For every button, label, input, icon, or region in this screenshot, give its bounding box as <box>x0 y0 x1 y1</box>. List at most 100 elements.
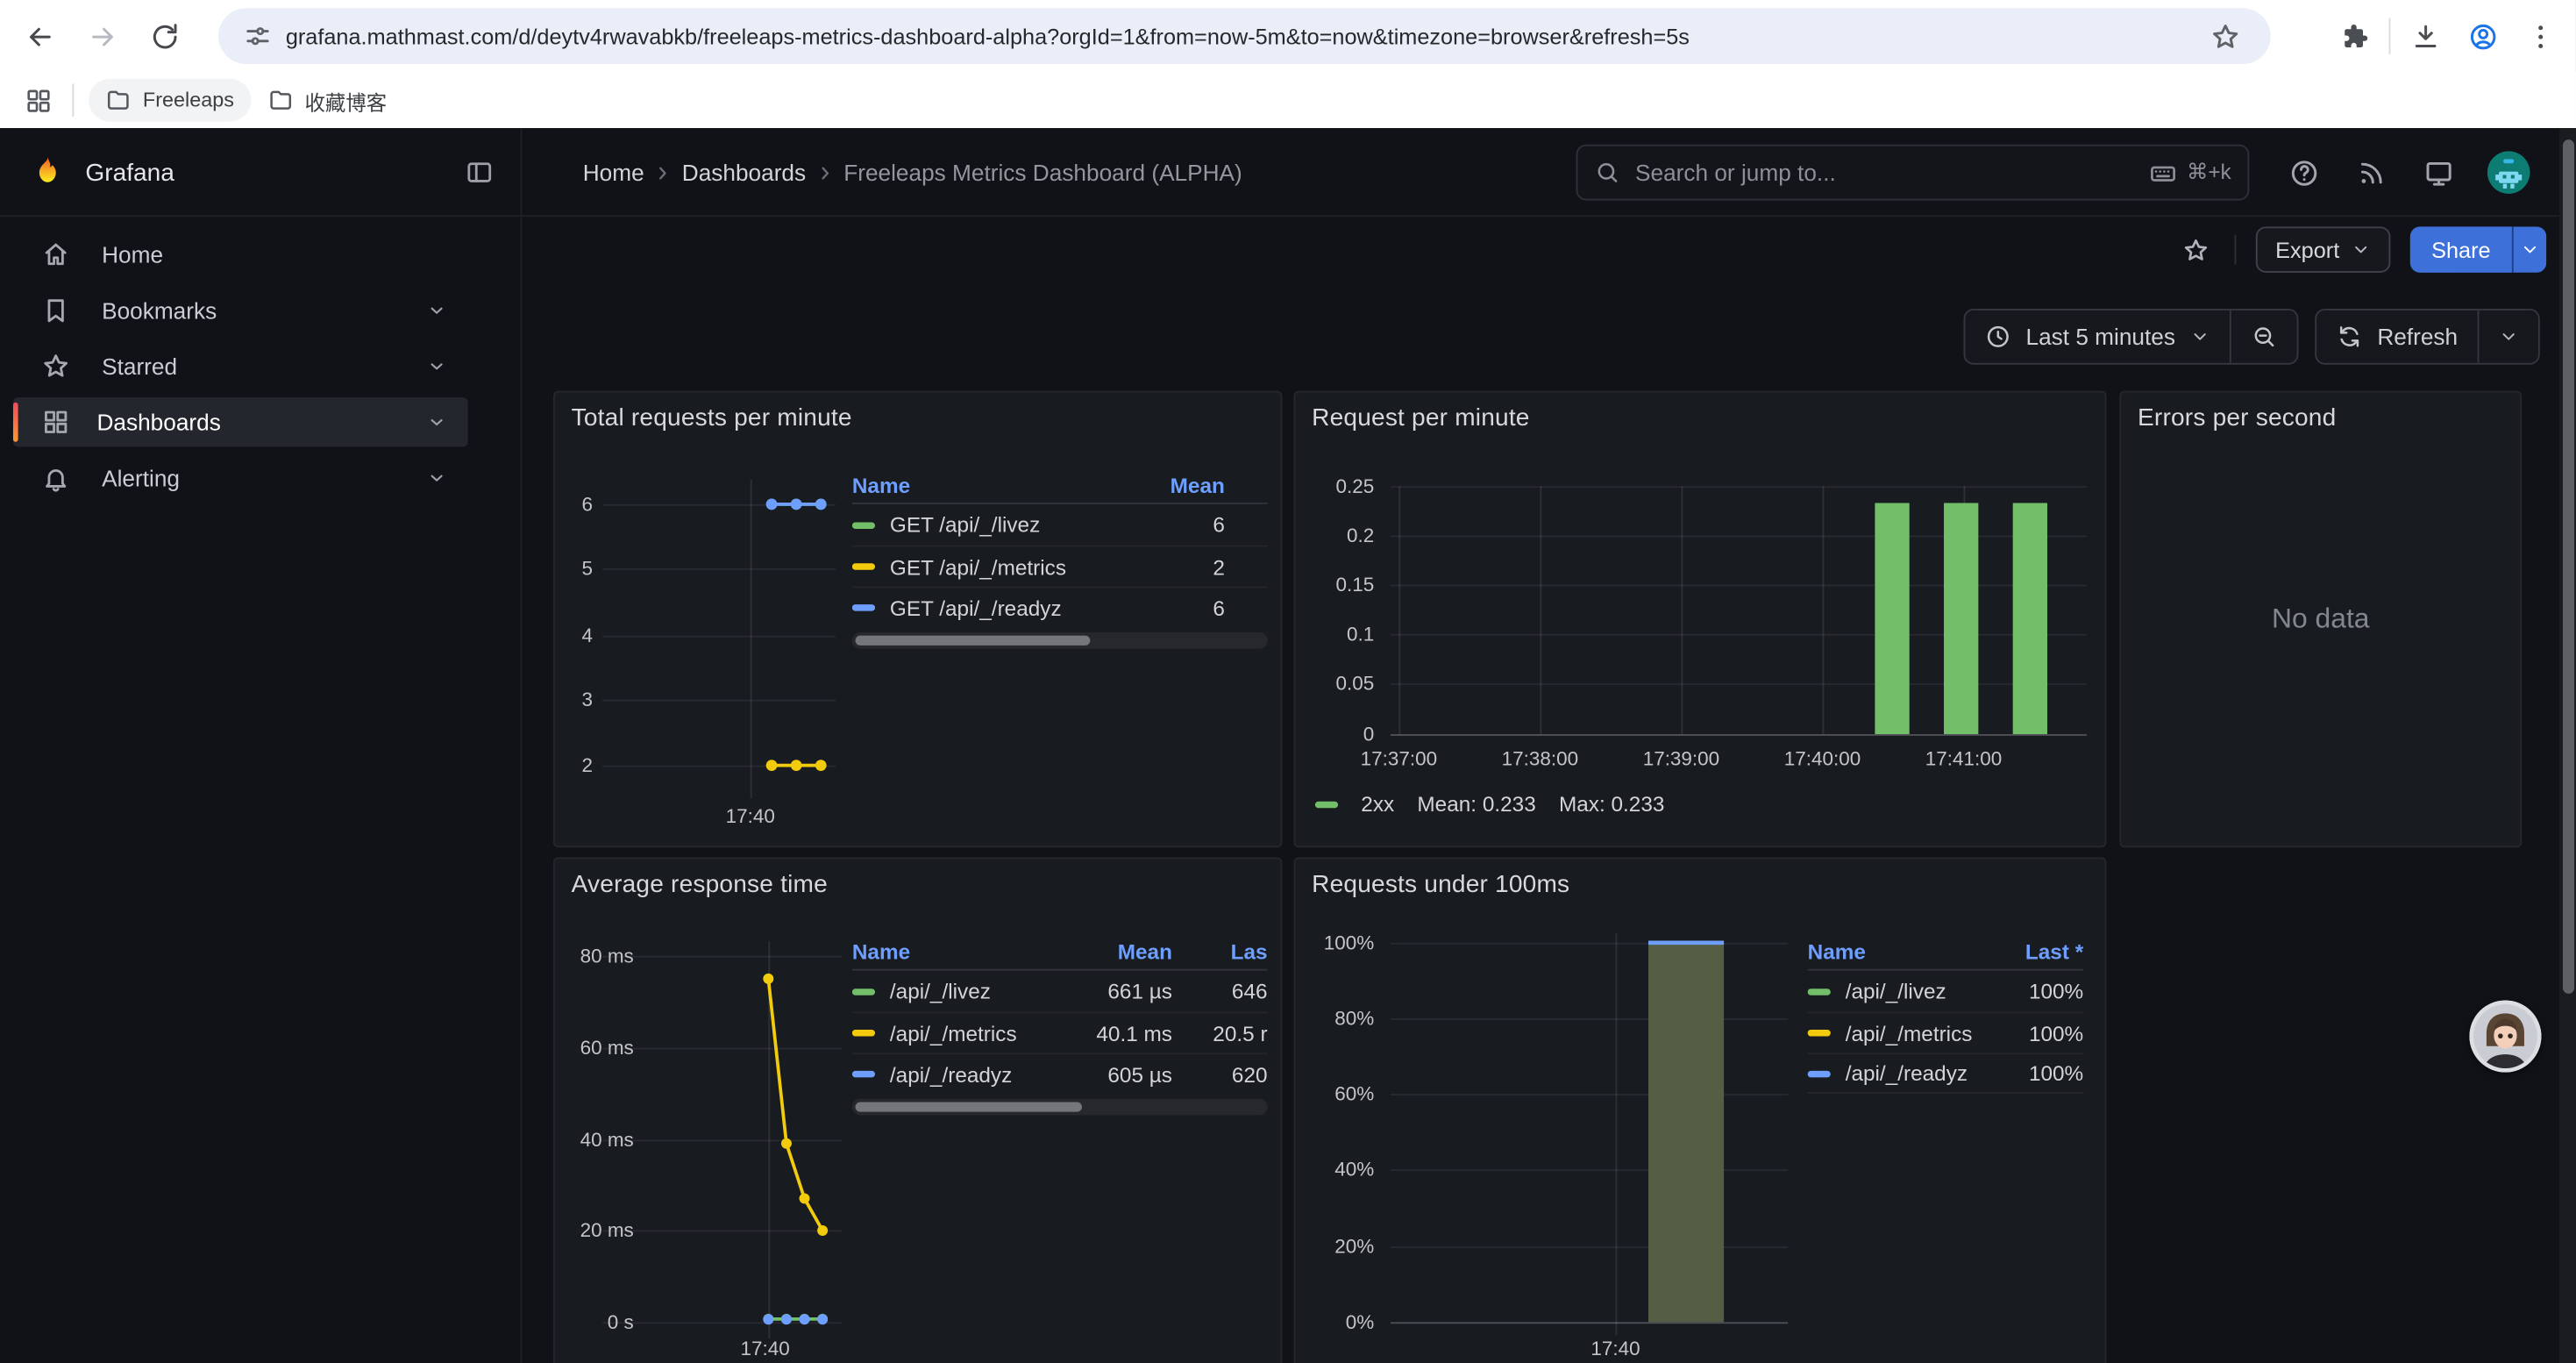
legend-row[interactable]: GET /api/_/readyz 6 <box>852 586 1268 627</box>
legend-row[interactable]: /api/_/readyz 100% <box>1808 1053 2084 1094</box>
chevron-down-icon[interactable] <box>425 410 448 433</box>
refresh-button[interactable]: Refresh <box>2316 310 2478 363</box>
refresh-interval-button[interactable] <box>2478 310 2538 363</box>
legend-row[interactable]: GET /api/_/metrics 2 <box>852 546 1268 587</box>
page-scrollbar[interactable] <box>2559 128 2576 1363</box>
forward-button[interactable] <box>79 13 125 59</box>
chevron-down-icon[interactable] <box>425 299 448 322</box>
p2-plot: 0.250.20.150.10.05017:37:0017:38:0017:39… <box>1295 393 2104 846</box>
brand-block: Grafana <box>0 128 522 217</box>
column-header-name[interactable]: Name <box>1808 939 1992 964</box>
user-avatar[interactable] <box>2487 151 2530 194</box>
no-data-message: No data <box>2121 393 2520 846</box>
chevron-down-icon[interactable] <box>425 467 448 489</box>
series-color-pill <box>852 1030 875 1036</box>
panel-errors-per-second: Errors per second No data <box>2119 391 2522 848</box>
column-header-last[interactable]: Las <box>1172 939 1268 964</box>
sidebar-item-home[interactable]: Home <box>13 230 468 279</box>
column-header-last[interactable]: Last * <box>1991 939 2083 964</box>
refresh-group: Refresh <box>2315 309 2540 365</box>
bookmark-star-icon[interactable] <box>2210 20 2241 52</box>
apps-grid-icon[interactable] <box>17 79 60 122</box>
bookmark-icon <box>41 296 71 325</box>
url-text[interactable]: grafana.mathmast.com/d/deytv4rwavabkb/fr… <box>286 24 2210 48</box>
controls-separator <box>2234 235 2236 265</box>
chevron-right-icon <box>651 161 675 185</box>
p1-legend-table: Name Mean GET /api/_/livez 6 GET /api/_/… <box>852 468 1268 628</box>
legend-row[interactable]: /api/_/metrics 40.1 ms 20.5 r <box>852 1011 1268 1053</box>
search-input[interactable]: Search or jump to... ⌘+k <box>1576 145 2250 201</box>
panel-average-response-time: Average response time 80 ms60 ms40 ms20 … <box>553 857 1282 1363</box>
toolbar-right <box>2331 0 2563 72</box>
sidebar-toggle-icon[interactable] <box>458 151 501 194</box>
back-button[interactable] <box>17 13 62 59</box>
series-color-pill <box>1315 801 1338 807</box>
breadcrumb-home[interactable]: Home <box>583 160 644 186</box>
series-color-pill <box>852 522 875 528</box>
bookmark-folder-freeleaps[interactable]: Freeleaps <box>89 79 251 122</box>
legend-max: Max: 0.233 <box>1559 792 1664 817</box>
column-header-mean[interactable]: Mean <box>1064 939 1172 964</box>
extensions-icon[interactable] <box>2331 13 2377 59</box>
legend-row[interactable]: /api/_/livez 661 µs 646 <box>852 971 1268 1012</box>
news-rss-icon[interactable] <box>2352 154 2388 190</box>
export-button[interactable]: Export <box>2256 226 2391 272</box>
bookmarks-bar: Freeleaps 收藏博客 <box>0 72 2576 128</box>
browser-menu-icon[interactable] <box>2517 13 2563 59</box>
topnav-icons <box>2286 128 2530 217</box>
chevron-right-icon <box>813 161 837 185</box>
time-controls: Last 5 minutes Refresh <box>522 309 2539 365</box>
legend-hscrollbar[interactable] <box>852 632 1268 649</box>
chevron-down-icon[interactable] <box>425 354 448 377</box>
reload-button[interactable] <box>141 13 187 59</box>
site-settings-icon[interactable] <box>243 21 273 51</box>
keyboard-icon <box>2149 159 2177 187</box>
zoom-out-button[interactable] <box>2230 310 2297 363</box>
bookmarks-separator <box>72 83 74 116</box>
help-icon[interactable] <box>2286 154 2322 190</box>
sidebar-item-alerting[interactable]: Alerting <box>13 453 468 503</box>
bookmark-folder-blogs[interactable]: 收藏博客 <box>251 79 403 122</box>
favorite-star-icon[interactable] <box>2179 232 2215 268</box>
panel-request-per-minute: Request per minute 0.250.20.150.10.05017… <box>1294 391 2107 848</box>
breadcrumb: Home Dashboards Freeleaps Metrics Dashbo… <box>522 128 1242 217</box>
folder-icon <box>105 87 132 113</box>
address-bar[interactable]: grafana.mathmast.com/d/deytv4rwavabkb/fr… <box>218 8 2271 64</box>
scrollbar-thumb[interactable] <box>856 1102 1082 1111</box>
downloads-icon[interactable] <box>2402 13 2447 59</box>
toolbar-separator <box>2388 18 2390 54</box>
time-range-picker[interactable]: Last 5 minutes <box>1965 310 2230 363</box>
legend-series-name[interactable]: 2xx <box>1361 792 1394 817</box>
scrollbar-thumb[interactable] <box>2562 139 2573 994</box>
column-header-mean[interactable]: Mean <box>1110 473 1225 497</box>
sidebar-item-bookmarks[interactable]: Bookmarks <box>13 286 468 335</box>
sidebar-item-dashboards[interactable]: Dashboards <box>13 397 468 446</box>
share-split-button: Share <box>2410 226 2546 272</box>
kiosk-monitor-icon[interactable] <box>2420 154 2456 190</box>
p4-legend-table: Name Mean Las /api/_/livez 661 µs 646 /a… <box>852 934 1268 1094</box>
legend-row[interactable]: GET /api/_/livez 6 <box>852 504 1268 546</box>
breadcrumb-dashboards[interactable]: Dashboards <box>682 160 806 186</box>
series-color-pill <box>1808 988 1831 994</box>
search-icon <box>1594 160 1620 186</box>
dashboard-main: Export Share Last 5 minutes <box>522 217 2575 1363</box>
clock-icon <box>1985 324 2011 350</box>
p5-legend-table: Name Last * /api/_/livez 100% /api/_/met… <box>1808 934 2084 1094</box>
legend-hscrollbar[interactable] <box>852 1099 1268 1116</box>
legend-row[interactable]: /api/_/metrics 100% <box>1808 1011 2084 1053</box>
folder-icon <box>267 87 293 113</box>
scrollbar-thumb[interactable] <box>856 636 1091 646</box>
search-placeholder: Search or jump to... <box>1635 160 2149 186</box>
p2-legend[interactable]: 2xx Mean: 0.233 Max: 0.233 <box>1315 792 1665 817</box>
column-header-name[interactable]: Name <box>852 473 1110 497</box>
legend-row[interactable]: /api/_/livez 100% <box>1808 971 2084 1012</box>
column-header-name[interactable]: Name <box>852 939 1064 964</box>
assistant-avatar[interactable] <box>2469 1000 2541 1072</box>
chevron-down-icon <box>2190 327 2210 346</box>
share-menu-button[interactable] <box>2512 226 2546 272</box>
legend-row[interactable]: /api/_/readyz 605 µs 620 <box>852 1053 1268 1094</box>
sidebar-item-starred[interactable]: Starred <box>13 341 468 390</box>
browser-profile-icon[interactable] <box>2459 13 2505 59</box>
dashboard-controls: Export Share <box>522 217 2546 282</box>
share-button[interactable]: Share <box>2410 226 2512 272</box>
